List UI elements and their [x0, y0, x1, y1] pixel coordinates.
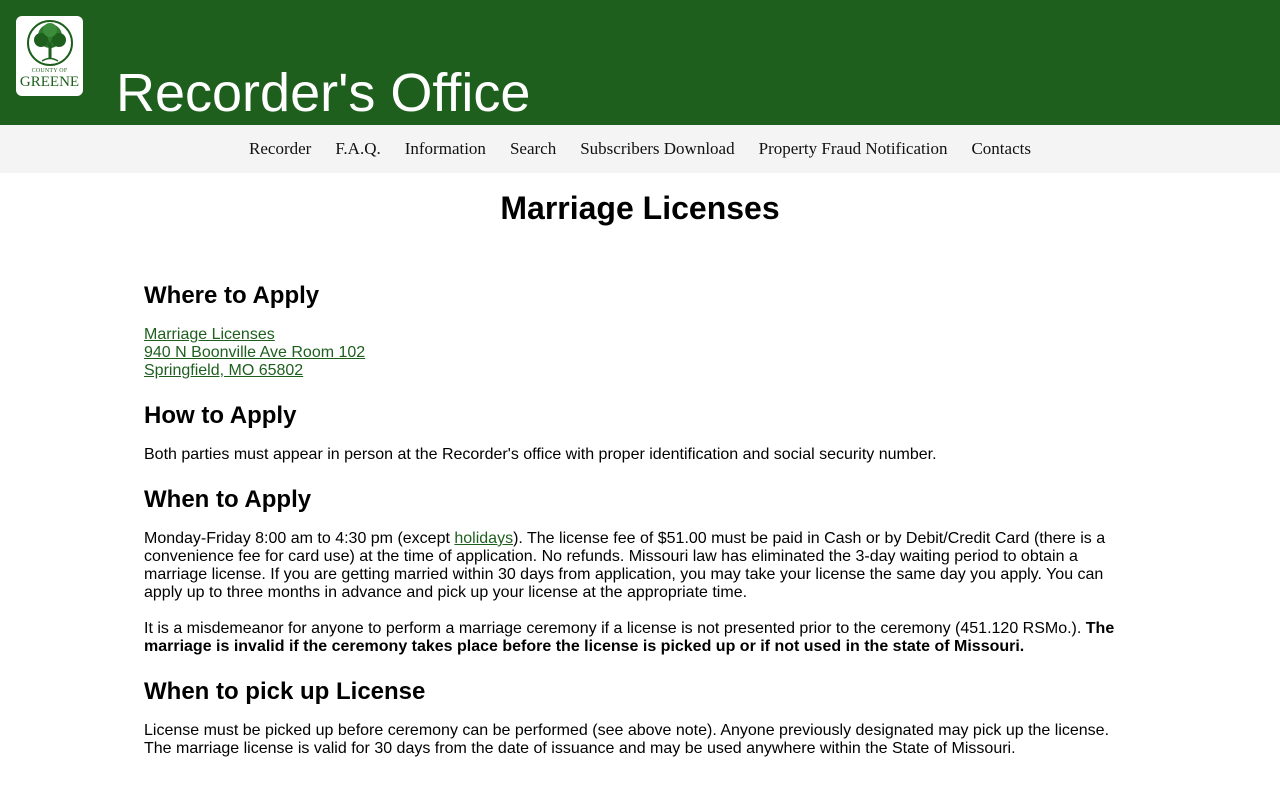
- site-title: Recorder's Office: [116, 63, 531, 123]
- county-logo[interactable]: COUNTY OF GREENE: [16, 16, 83, 96]
- logo-county-name: GREENE: [19, 74, 80, 90]
- pickup-license-section: When to pick up License License must be …: [144, 676, 1124, 758]
- nav-item-recorder[interactable]: Recorder: [249, 139, 311, 159]
- misdemeanor-paragraph: It is a misdemeanor for anyone to perfor…: [144, 620, 1124, 656]
- how-to-apply-section: How to Apply Both parties must appear in…: [144, 400, 1124, 464]
- where-to-apply-section: Where to Apply Marriage Licenses 940 N B…: [144, 280, 1124, 380]
- hours-text: Monday-Friday 8:00 am to 4:30 pm (except: [144, 530, 455, 547]
- pickup-license-text: License must be picked up before ceremon…: [144, 722, 1110, 757]
- city-state-zip-link[interactable]: Springfield, MO 65802: [144, 362, 303, 379]
- when-to-apply-heading: When to Apply: [144, 486, 312, 513]
- holidays-link[interactable]: holidays: [454, 530, 513, 547]
- nav-item-property-fraud-notification[interactable]: Property Fraud Notification: [759, 139, 948, 159]
- street-address-link[interactable]: 940 N Boonville Ave Room 102: [144, 344, 365, 361]
- how-to-apply-text: Both parties must appear in person at th…: [144, 446, 937, 463]
- nav-item-contacts[interactable]: Contacts: [971, 139, 1031, 159]
- page-title: Marriage Licenses: [500, 190, 780, 226]
- nav-item-subscribers-download[interactable]: Subscribers Download: [580, 139, 734, 159]
- when-to-apply-paragraph: Monday-Friday 8:00 am to 4:30 pm (except…: [144, 530, 1124, 602]
- site-header: COUNTY OF GREENE Recorder's Office: [0, 0, 1280, 125]
- nav-item-information[interactable]: Information: [405, 139, 486, 159]
- misdemeanor-text: It is a misdemeanor for anyone to perfor…: [144, 620, 1086, 637]
- main-nav: Recorder F.A.Q. Information Search Subsc…: [0, 125, 1280, 173]
- tree-icon: [26, 20, 73, 66]
- when-to-apply-section: When to Apply Monday-Friday 8:00 am to 4…: [144, 484, 1124, 656]
- where-to-apply-heading: Where to Apply: [144, 282, 320, 309]
- marriage-licenses-link[interactable]: Marriage Licenses: [144, 326, 275, 343]
- pickup-license-heading: When to pick up License: [144, 678, 426, 705]
- how-to-apply-heading: How to Apply: [144, 402, 297, 429]
- nav-item-faq[interactable]: F.A.Q.: [335, 139, 380, 159]
- main-content: Where to Apply Marriage Licenses 940 N B…: [144, 280, 1124, 758]
- address-block: Marriage Licenses 940 N Boonville Ave Ro…: [144, 326, 1124, 380]
- nav-item-search[interactable]: Search: [510, 139, 556, 159]
